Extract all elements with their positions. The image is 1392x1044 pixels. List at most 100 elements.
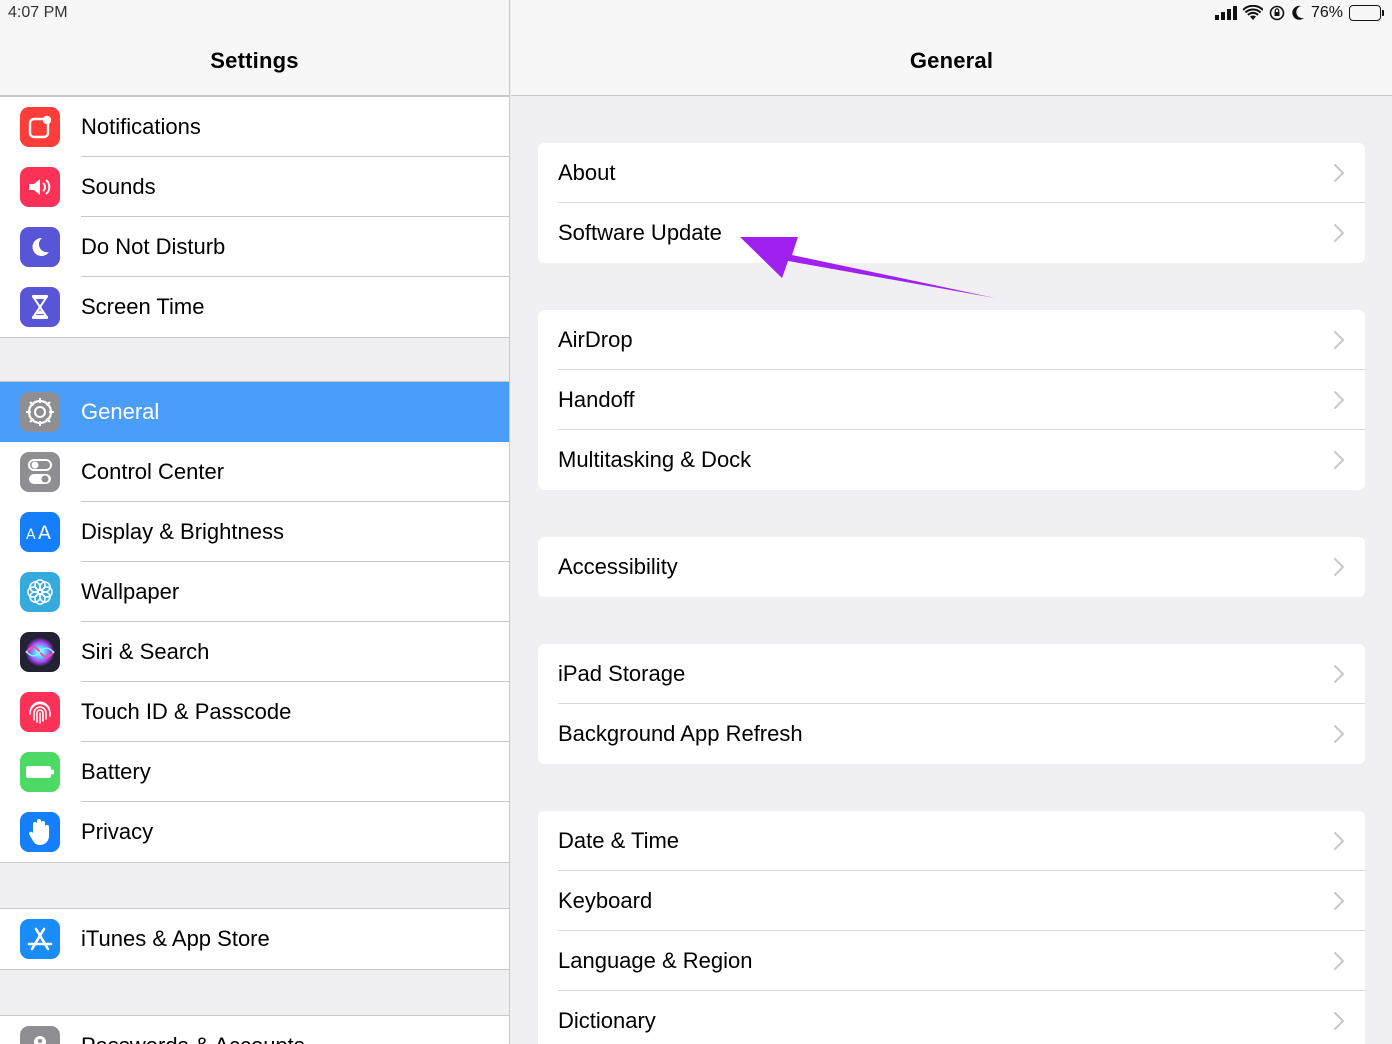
settings-group: Date & Time Keyboard Language & Region Dict…: [538, 811, 1365, 1044]
row-label: Handoff: [558, 387, 635, 412]
row-ipad-storage[interactable]: iPad Storage: [538, 644, 1365, 704]
sidebar-item-label: iTunes & App Store: [81, 926, 270, 951]
sidebar-item-wallpaper[interactable]: Wallpaper: [0, 562, 509, 622]
row-handoff[interactable]: Handoff: [538, 370, 1365, 430]
sidebar-item-label: Touch ID & Passcode: [81, 699, 292, 724]
sidebar-item-label: Siri & Search: [81, 639, 210, 664]
chevron-right-icon: [1334, 665, 1344, 683]
chevron-right-icon: [1334, 164, 1344, 182]
sidebar-group: Passwords & Accounts: [0, 1015, 509, 1044]
row-about[interactable]: About: [538, 143, 1365, 203]
cellular-signal-icon: [1214, 6, 1237, 20]
row-label: Software Update: [558, 220, 722, 245]
sidebar-group: iTunes & App Store: [0, 908, 509, 970]
row-background-app-refresh[interactable]: Background App Refresh: [538, 704, 1365, 764]
settings-group: Accessibility: [538, 537, 1365, 597]
sidebar-item-general[interactable]: General: [0, 382, 509, 442]
battery-status-icon: [1349, 5, 1384, 21]
text-size-icon: AA: [20, 512, 60, 552]
sidebar-item-siri-and-search[interactable]: Siri & Search: [0, 622, 509, 682]
sidebar-item-label: Sounds: [81, 174, 156, 199]
chevron-right-icon: [1334, 832, 1344, 850]
status-icons: 76%: [1214, 4, 1384, 22]
row-date-and-time[interactable]: Date & Time: [538, 811, 1365, 871]
content-title: General: [909, 48, 994, 73]
sidebar-item-label: Wallpaper: [81, 579, 180, 604]
sidebar-title: Settings: [210, 48, 299, 73]
hourglass-icon: [20, 287, 60, 327]
chevron-right-icon: [1334, 451, 1344, 469]
row-label: Accessibility: [558, 554, 678, 579]
key-icon: [20, 1026, 60, 1044]
sidebar-item-battery[interactable]: Battery: [0, 742, 509, 802]
gear-icon: [20, 392, 60, 432]
row-language-and-region[interactable]: Language & Region: [538, 931, 1365, 991]
sidebar-item-label: General: [81, 399, 160, 424]
sidebar-item-label: Battery: [81, 759, 151, 784]
sidebar-item-label: Screen Time: [81, 294, 205, 319]
svg-text:A: A: [26, 527, 36, 543]
chevron-right-icon: [1334, 1012, 1344, 1030]
sidebar-item-display-and-brightness[interactable]: A A Display & Brightness: [0, 502, 509, 562]
chevron-right-icon: [1334, 224, 1344, 242]
settings-group: AirDrop Handoff Multitasking & Dock: [538, 310, 1365, 490]
row-label: About: [558, 160, 616, 185]
row-label: Date & Time: [558, 828, 680, 853]
row-label: Keyboard: [558, 888, 653, 913]
row-accessibility[interactable]: Accessibility: [538, 537, 1365, 597]
sidebar-item-label: Do Not Disturb: [81, 234, 226, 259]
settings-group: iPad Storage Background App Refresh: [538, 644, 1365, 764]
svg-text:A: A: [38, 522, 51, 544]
sidebar-item-screen-time[interactable]: Screen Time: [0, 277, 509, 337]
sidebar-item-label: Control Center: [81, 459, 225, 484]
sidebar-item-label: Display & Brightness: [81, 519, 284, 544]
sidebar-group: General Control Center A A Display & Brightn…: [0, 381, 509, 863]
row-keyboard[interactable]: Keyboard: [538, 871, 1365, 931]
app-store-icon: [20, 919, 60, 959]
wifi-icon: [1242, 5, 1263, 21]
speaker-icon: [20, 167, 60, 207]
row-label: Background App Refresh: [558, 721, 803, 746]
moon-icon: [20, 227, 60, 267]
sidebar-item-sounds[interactable]: Sounds: [0, 157, 509, 217]
chevron-right-icon: [1334, 952, 1344, 970]
annotation-arrow: [740, 237, 995, 298]
battery-icon: [20, 752, 60, 792]
row-dictionary[interactable]: Dictionary: [538, 991, 1365, 1044]
settings-sidebar: Settings Notifications Sounds Do Not Distu…: [0, 0, 510, 1044]
flower-icon: [20, 572, 60, 612]
sidebar-item-label: Notifications: [81, 114, 201, 139]
orientation-lock-icon: [1269, 5, 1285, 21]
chevron-right-icon: [1334, 725, 1344, 743]
notifications-icon: [20, 107, 60, 147]
chevron-right-icon: [1334, 558, 1344, 576]
status-bar: 4:07 PM 76%: [0, 0, 1392, 28]
sidebar-item-control-center[interactable]: Control Center: [0, 442, 509, 502]
row-label: Dictionary: [558, 1008, 656, 1033]
sidebar-item-passwords-and-accounts[interactable]: Passwords & Accounts: [0, 1016, 509, 1044]
sidebar-item-itunes-and-app-store[interactable]: iTunes & App Store: [0, 909, 509, 969]
sidebar-item-label: Privacy: [81, 819, 154, 844]
sidebar-group: Notifications Sounds Do Not Disturb Screen …: [0, 96, 509, 338]
row-label: Language & Region: [558, 948, 753, 973]
sidebar-item-notifications[interactable]: Notifications: [0, 97, 509, 157]
row-label: AirDrop: [558, 327, 633, 352]
chevron-right-icon: [1334, 391, 1344, 409]
sidebar-item-touch-id-and-passcode[interactable]: Touch ID & Passcode: [0, 682, 509, 742]
status-time: 4:07 PM: [8, 4, 68, 21]
chevron-right-icon: [1334, 331, 1344, 349]
sidebar-item-label: Passwords & Accounts: [81, 1033, 305, 1044]
moon-status-icon: [1291, 5, 1305, 21]
general-pane: General About Software Update AirDrop Hando…: [511, 0, 1392, 1044]
siri-icon: [20, 632, 60, 672]
row-label: Multitasking & Dock: [558, 447, 752, 472]
fingerprint-icon: [20, 692, 60, 732]
sidebar-item-do-not-disturb[interactable]: Do Not Disturb: [0, 217, 509, 277]
hand-icon: [20, 812, 60, 852]
row-label: iPad Storage: [558, 661, 686, 686]
sidebar-item-privacy[interactable]: Privacy: [0, 802, 509, 862]
row-airdrop[interactable]: AirDrop: [538, 310, 1365, 370]
chevron-right-icon: [1334, 892, 1344, 910]
row-multitasking-and-dock[interactable]: Multitasking & Dock: [538, 430, 1365, 490]
toggles-icon: [20, 452, 60, 492]
